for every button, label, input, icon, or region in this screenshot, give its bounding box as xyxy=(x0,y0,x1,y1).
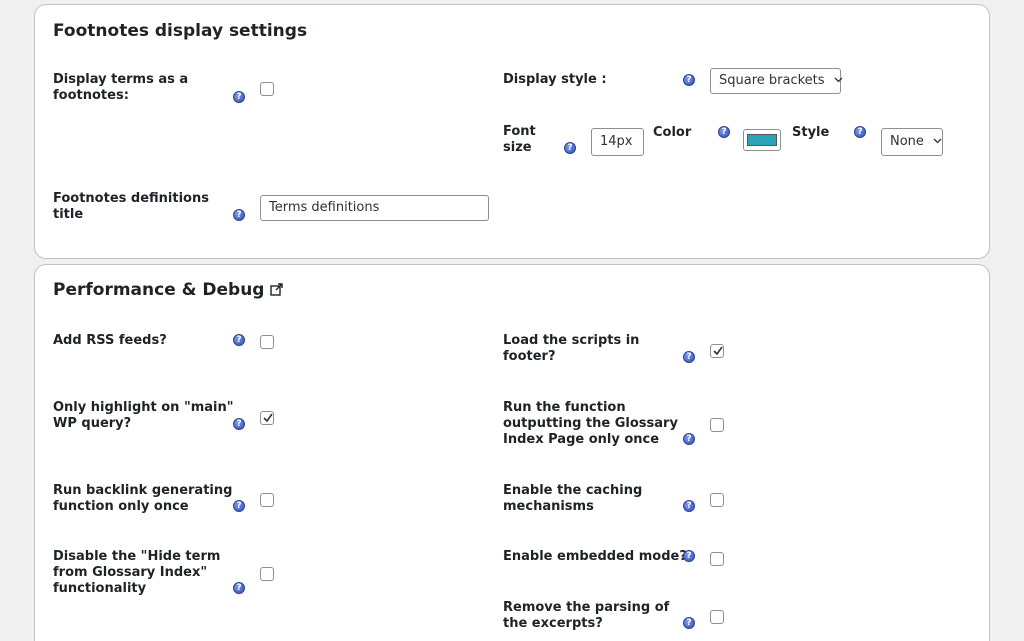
help-question-icon[interactable]: ? xyxy=(233,500,245,512)
hide-term-checkbox[interactable] xyxy=(260,567,274,581)
font-size-input[interactable]: 14px xyxy=(591,128,644,156)
style-label: Style xyxy=(792,125,830,140)
chevron-down-icon xyxy=(834,77,843,83)
help-question-icon[interactable]: ? xyxy=(683,351,695,363)
definitions-title-label: Footnotes definitions title xyxy=(53,191,209,222)
caching-checkbox[interactable] xyxy=(710,493,724,507)
definitions-title-input[interactable]: Terms definitions xyxy=(260,195,489,221)
help-question-icon[interactable]: ? xyxy=(854,126,866,138)
caching-label: Enable the caching mechanisms xyxy=(503,483,643,514)
performance-debug-panel: Performance & Debug Add RSS feeds? ? Loa… xyxy=(34,264,990,641)
checkmark-icon xyxy=(263,413,273,423)
help-question-icon[interactable]: ? xyxy=(233,418,245,430)
performance-panel-title: Performance & Debug xyxy=(53,280,284,300)
footnotes-panel-title: Footnotes display settings xyxy=(53,21,308,41)
embedded-mode-label: Enable embedded mode? xyxy=(503,549,687,564)
display-terms-label: Display terms as a footnotes: xyxy=(53,72,189,103)
help-question-icon[interactable]: ? xyxy=(233,334,245,346)
display-terms-checkbox[interactable] xyxy=(260,82,274,96)
checkmark-icon xyxy=(713,346,723,356)
display-style-select[interactable]: Square brackets xyxy=(710,68,843,94)
help-question-icon[interactable]: ? xyxy=(564,142,576,154)
help-question-icon[interactable]: ? xyxy=(683,433,695,445)
excerpts-parsing-label: Remove the parsing of the excerpts? xyxy=(503,600,670,631)
help-question-icon[interactable]: ? xyxy=(683,500,695,512)
rss-feeds-checkbox[interactable] xyxy=(260,335,274,349)
load-footer-checkbox[interactable] xyxy=(710,344,724,358)
load-footer-label: Load the scripts in footer? xyxy=(503,333,640,364)
help-question-icon[interactable]: ? xyxy=(718,126,730,138)
display-style-label: Display style : xyxy=(503,72,607,87)
help-question-icon[interactable]: ? xyxy=(683,550,695,562)
hide-term-label: Disable the "Hide term from Glossary Ind… xyxy=(53,549,221,596)
rss-feeds-label: Add RSS feeds? xyxy=(53,333,167,348)
font-size-label: Font size xyxy=(503,124,536,155)
excerpts-parsing-checkbox[interactable] xyxy=(710,610,724,624)
run-index-once-checkbox[interactable] xyxy=(710,418,724,432)
help-question-icon[interactable]: ? xyxy=(233,91,245,103)
help-question-icon[interactable]: ? xyxy=(683,74,695,86)
color-label: Color xyxy=(653,125,692,140)
backlink-once-checkbox[interactable] xyxy=(260,493,274,507)
main-query-label: Only highlight on "main" WP query? xyxy=(53,400,234,431)
external-link-icon[interactable] xyxy=(270,283,284,296)
help-question-icon[interactable]: ? xyxy=(233,582,245,594)
run-index-once-label: Run the function outputting the Glossary… xyxy=(503,400,678,447)
help-question-icon[interactable]: ? xyxy=(233,209,245,221)
embedded-mode-checkbox[interactable] xyxy=(710,552,724,566)
style-select[interactable]: None xyxy=(881,128,943,156)
color-picker[interactable] xyxy=(743,129,781,151)
help-question-icon[interactable]: ? xyxy=(683,617,695,629)
backlink-once-label: Run backlink generating function only on… xyxy=(53,483,233,514)
main-query-checkbox[interactable] xyxy=(260,411,274,425)
footnotes-settings-panel: Footnotes display settings Display terms… xyxy=(34,4,990,259)
color-swatch xyxy=(747,134,777,146)
chevron-down-icon xyxy=(933,138,942,144)
